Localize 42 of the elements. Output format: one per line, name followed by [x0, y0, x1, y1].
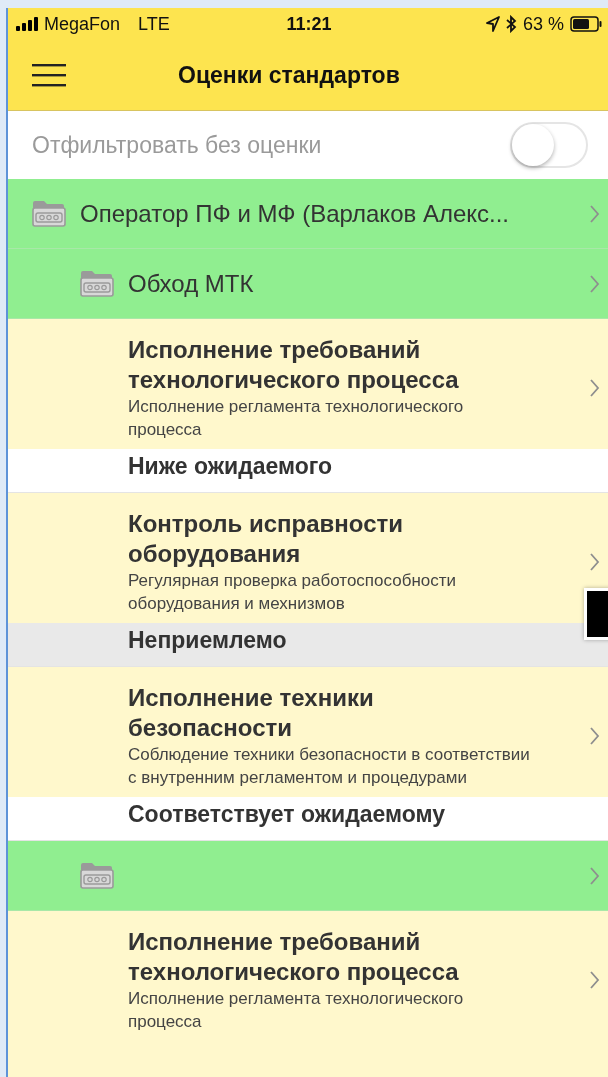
- chevron-icon: [589, 273, 600, 294]
- screen-title: Оценки стандартов: [178, 61, 400, 89]
- standard-title: Контроль исправности оборудования: [128, 509, 404, 569]
- network-type: LTE: [138, 13, 170, 35]
- standard-title: Исполнение требований технологического процесса: [128, 335, 460, 395]
- menu-button[interactable]: [32, 62, 66, 88]
- status-time: 11:21: [286, 13, 332, 35]
- filter-label: Отфильтровать без оценки: [32, 131, 322, 159]
- filter-toggle[interactable]: [510, 122, 588, 168]
- group-row[interactable]: Обход МТК: [8, 249, 608, 319]
- carrier-name: MegaFon: [44, 13, 121, 35]
- rating-row[interactable]: Соответствует ожидаемому: [8, 797, 608, 841]
- group-row[interactable]: Оператор ПФ и МФ (Варлаков Алекс...: [8, 179, 608, 249]
- chevron-icon: [589, 970, 600, 990]
- group-title: Обход МТК: [128, 269, 255, 298]
- battery-icon: [570, 16, 602, 32]
- group-row[interactable]: [8, 841, 608, 911]
- chevron-icon: [589, 552, 600, 572]
- location-arrow-icon: [485, 16, 500, 32]
- menu-icon: [32, 63, 66, 87]
- standard-title: Исполнение требований технологического процесса: [128, 927, 460, 987]
- folder-icon: [80, 861, 114, 890]
- rating-text: Ниже ожидаемого: [128, 453, 333, 479]
- chevron-icon: [589, 726, 600, 746]
- folder-icon: [32, 199, 66, 228]
- battery-percent: 63 %: [522, 13, 564, 35]
- chevron-icon: [589, 203, 600, 224]
- standard-description: Исполнение регламента технологического процесса: [128, 396, 465, 441]
- chevron-icon: [589, 865, 600, 886]
- rating-row[interactable]: Неприемлемо: [8, 623, 608, 667]
- rating-row[interactable]: Ниже ожидаемого: [8, 449, 608, 493]
- folder-icon: [80, 269, 114, 298]
- standard-description: Соблюдение техники безопасности в соответствии с внутренним регламентом и процедурами: [128, 744, 531, 789]
- signal-icon: [16, 17, 38, 31]
- standard-title: Исполнение техники безопасности: [128, 683, 375, 743]
- standard-description: Регулярная проверка работоспособности оборудования и мехнизмов: [128, 570, 458, 615]
- bluetooth-icon: [505, 15, 517, 33]
- standard-description: Исполнение регламента технологического процесса: [128, 988, 465, 1033]
- rating-text: Неприемлемо: [128, 627, 287, 653]
- rating-text: Соответствует ожидаемому: [128, 801, 445, 827]
- group-title: Оператор ПФ и МФ (Варлаков Алекс...: [80, 199, 511, 228]
- chevron-icon: [589, 378, 600, 398]
